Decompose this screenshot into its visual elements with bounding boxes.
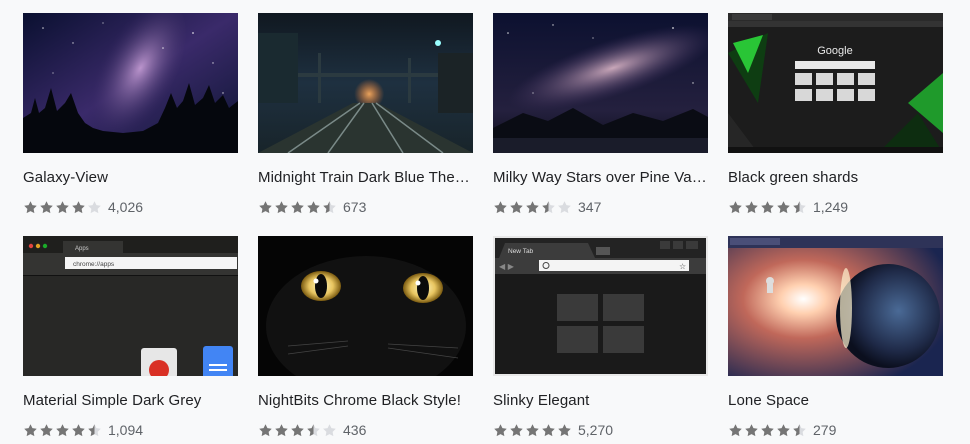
star-icon [494,423,507,436]
star-icon [24,423,37,436]
star-icon [526,423,539,436]
star-icon [291,423,304,436]
star-icon [729,423,742,436]
star-rating [728,423,807,438]
theme-thumbnail[interactable]: Apps chrome://apps [23,236,238,376]
star-rating [258,200,337,215]
svg-text:◀ ▶: ◀ ▶ [499,262,515,271]
star-icon [72,200,85,213]
star-icon [275,423,288,436]
theme-title[interactable]: Milky Way Stars over Pine Vall... [493,169,708,186]
star-rating [493,423,572,438]
star-icon [558,423,571,436]
theme-title[interactable]: Material Simple Dark Grey [23,392,238,409]
galaxy-forest-image [23,13,238,153]
theme-rating: 1,094 [23,421,143,439]
star-icon [259,423,272,436]
star-icon [761,423,774,436]
star-icon [259,200,272,213]
star-icon [558,200,571,213]
rating-count: 1,249 [813,199,849,215]
theme-rating: 5,270 [493,421,613,439]
star-icon [307,200,320,213]
theme-thumbnail[interactable] [493,13,708,153]
google-newtab-green-image: Google [728,13,943,153]
star-icon [307,423,320,436]
star-rating [23,200,102,215]
theme-rating: 436 [258,421,366,439]
theme-title[interactable]: Slinky Elegant [493,392,708,409]
theme-title[interactable]: Black green shards [728,169,943,186]
star-icon [745,200,758,213]
star-icon [510,200,523,213]
star-icon [777,200,790,213]
apps-tab-label: Apps [75,246,89,252]
star-rating [258,423,337,438]
star-rating [23,423,102,438]
star-icon [793,423,806,436]
theme-thumbnail[interactable]: New Tab ◀ ▶ ☆ [493,236,708,376]
theme-thumbnail[interactable]: Google [728,13,943,153]
rating-count: 279 [813,422,837,438]
star-icon [323,423,336,436]
star-icon [88,200,101,213]
svg-text:☆: ☆ [679,262,686,271]
theme-thumbnail[interactable] [728,236,943,376]
theme-rating: 279 [728,421,836,439]
chrome-newtab-black-image: New Tab ◀ ▶ ☆ [493,236,708,376]
star-icon [761,200,774,213]
planet-astronaut-image [728,236,943,376]
theme-rating: 1,249 [728,198,848,216]
theme-grid: Galaxy-View 4,026 Midnight Train Dark Bl… [0,0,970,444]
star-icon [40,200,53,213]
rating-count: 436 [343,422,367,438]
theme-thumbnail[interactable] [23,13,238,153]
star-icon [291,200,304,213]
star-rating [728,200,807,215]
theme-rating: 673 [258,198,366,216]
apps-url-text: chrome://apps [73,261,115,268]
star-icon [72,423,85,436]
theme-title[interactable]: Midnight Train Dark Blue Theme [258,169,473,186]
star-icon [729,200,742,213]
rating-count: 347 [578,199,602,215]
star-icon [40,423,53,436]
chrome-apps-dark-image: Apps chrome://apps [23,236,238,376]
star-icon [793,200,806,213]
theme-title[interactable]: Lone Space [728,392,943,409]
star-rating [493,200,572,215]
theme-thumbnail[interactable] [258,13,473,153]
rating-count: 5,270 [578,422,614,438]
star-icon [542,423,555,436]
rating-count: 673 [343,199,367,215]
new-tab-label: New Tab [508,248,534,255]
rating-count: 1,094 [108,422,144,438]
star-icon [745,423,758,436]
google-logo-text: Google [817,45,852,57]
star-icon [542,200,555,213]
rating-count: 4,026 [108,199,144,215]
star-icon [323,200,336,213]
milky-way-mountains-image [493,13,708,153]
star-icon [526,200,539,213]
star-icon [56,200,69,213]
star-icon [494,200,507,213]
black-cat-image [258,236,473,376]
star-icon [56,423,69,436]
star-icon [24,200,37,213]
star-icon [510,423,523,436]
theme-title[interactable]: NightBits Chrome Black Style! [258,392,473,409]
theme-rating: 4,026 [23,198,143,216]
star-icon [88,423,101,436]
theme-rating: 347 [493,198,601,216]
star-icon [777,423,790,436]
theme-title[interactable]: Galaxy-View [23,169,238,186]
star-icon [275,200,288,213]
train-tracks-image [258,13,473,153]
theme-thumbnail[interactable] [258,236,473,376]
